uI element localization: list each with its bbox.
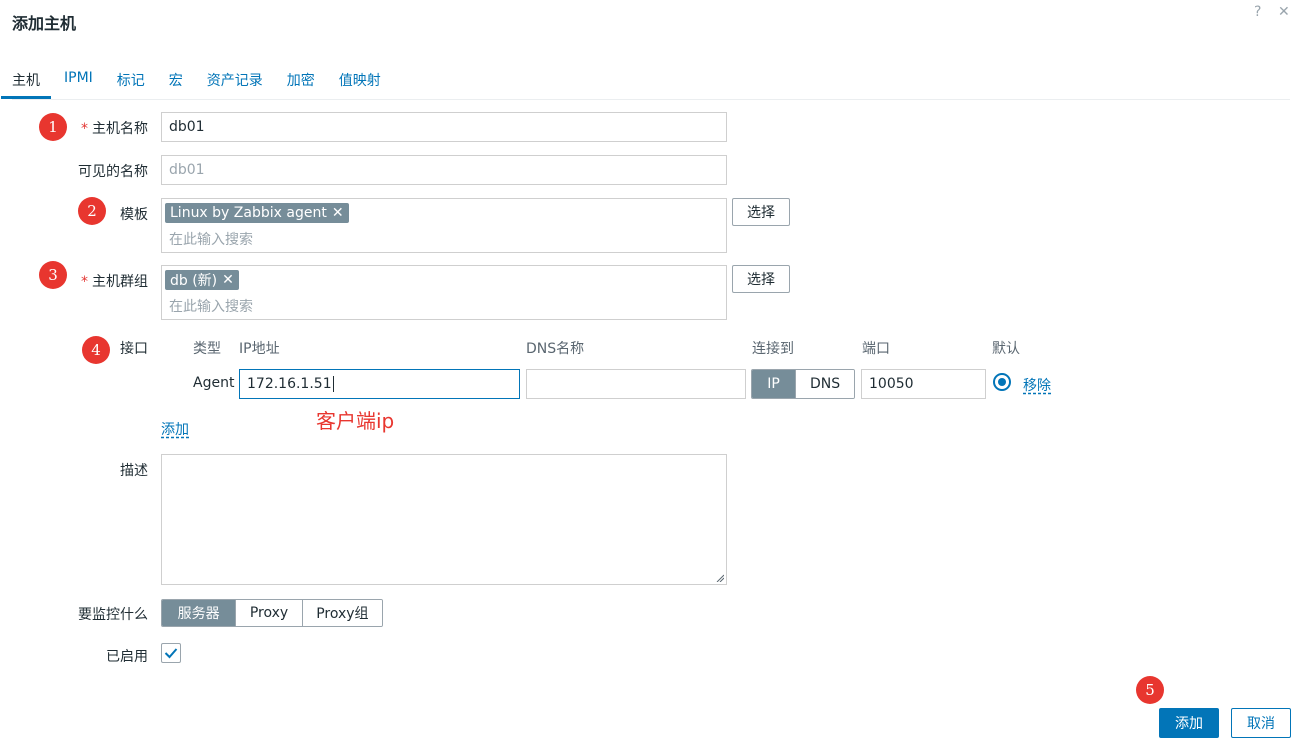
templates-search-input[interactable]: 在此输入搜索 bbox=[169, 229, 726, 249]
cancel-button[interactable]: 取消 bbox=[1231, 708, 1291, 738]
enabled-label: 已启用 bbox=[106, 649, 148, 665]
tab-host[interactable]: 主机 bbox=[1, 66, 51, 99]
tab-macros[interactable]: 宏 bbox=[169, 66, 183, 99]
templates-select-button[interactable]: 选择 bbox=[732, 198, 790, 226]
text-caret bbox=[332, 376, 334, 392]
annotation-badge-5: 5 bbox=[1136, 676, 1164, 704]
hostname-input[interactable]: db01 bbox=[161, 112, 727, 142]
monitored-by-proxy-group-button[interactable]: Proxy组 bbox=[301, 600, 382, 626]
visible-name-input[interactable]: db01 bbox=[161, 155, 727, 185]
remove-interface-link[interactable]: 移除 bbox=[1023, 375, 1051, 395]
tab-tags[interactable]: 标记 bbox=[117, 66, 145, 99]
client-ip-annotation: 客户端ip bbox=[316, 409, 395, 433]
interface-ip-input[interactable]: 172.16.1.51 bbox=[239, 369, 520, 399]
tab-encryption[interactable]: 加密 bbox=[287, 66, 315, 99]
description-textarea[interactable] bbox=[161, 454, 727, 585]
connect-ip-button[interactable]: IP bbox=[752, 370, 796, 398]
interface-dns-input[interactable] bbox=[526, 369, 746, 399]
monitored-by-toggle: 服务器 Proxy Proxy组 bbox=[161, 599, 383, 627]
templates-multiselect[interactable]: Linux by Zabbix agent ✕ 在此输入搜索 bbox=[161, 198, 727, 253]
tab-bar: 主机 IPMI 标记 宏 资产记录 加密 值映射 bbox=[1, 66, 405, 100]
remove-chip-icon[interactable]: ✕ bbox=[332, 205, 344, 221]
tab-inventory[interactable]: 资产记录 bbox=[207, 66, 263, 99]
tab-ipmi[interactable]: IPMI bbox=[64, 66, 93, 99]
remove-chip-icon[interactable]: ✕ bbox=[222, 272, 234, 288]
interface-port-input[interactable]: 10050 bbox=[861, 369, 986, 399]
templates-label: 模板 bbox=[120, 207, 148, 223]
description-label: 描述 bbox=[120, 463, 148, 479]
template-chip: Linux by Zabbix agent ✕ bbox=[165, 203, 349, 223]
resize-grip-icon[interactable] bbox=[716, 574, 724, 582]
host-groups-label: * 主机群组 bbox=[81, 274, 148, 290]
add-button[interactable]: 添加 bbox=[1159, 708, 1219, 738]
host-group-chip: db (新) ✕ bbox=[165, 270, 239, 290]
col-port: 端口 bbox=[862, 341, 890, 357]
interfaces-label: 接口 bbox=[120, 341, 148, 357]
monitored-by-label: 要监控什么 bbox=[78, 607, 148, 623]
connect-to-toggle: IP DNS bbox=[751, 369, 855, 399]
host-groups-search-input[interactable]: 在此输入搜索 bbox=[169, 296, 726, 316]
tab-value-mapping[interactable]: 值映射 bbox=[339, 66, 381, 99]
default-interface-radio[interactable] bbox=[993, 373, 1011, 391]
host-groups-multiselect[interactable]: db (新) ✕ 在此输入搜索 bbox=[161, 265, 727, 320]
enabled-checkbox[interactable] bbox=[161, 643, 181, 663]
col-default: 默认 bbox=[992, 341, 1020, 357]
close-icon[interactable]: ✕ bbox=[1278, 4, 1290, 20]
add-interface-link[interactable]: 添加 bbox=[161, 419, 189, 439]
dialog-title: 添加主机 bbox=[12, 14, 77, 33]
interface-type: Agent bbox=[193, 375, 235, 391]
col-ip: IP地址 bbox=[239, 341, 280, 357]
check-icon bbox=[164, 648, 178, 659]
hostname-label: * 主机名称 bbox=[81, 121, 148, 137]
col-type: 类型 bbox=[193, 341, 221, 357]
col-dns: DNS名称 bbox=[526, 341, 585, 357]
tab-divider bbox=[12, 99, 1290, 100]
monitored-by-proxy-button[interactable]: Proxy bbox=[235, 600, 302, 626]
host-groups-select-button[interactable]: 选择 bbox=[732, 265, 790, 293]
help-icon[interactable]: ? bbox=[1254, 4, 1261, 20]
monitored-by-server-button[interactable]: 服务器 bbox=[162, 600, 236, 626]
visible-name-label: 可见的名称 bbox=[78, 164, 148, 180]
col-connect: 连接到 bbox=[752, 341, 794, 357]
connect-dns-button[interactable]: DNS bbox=[795, 370, 854, 398]
